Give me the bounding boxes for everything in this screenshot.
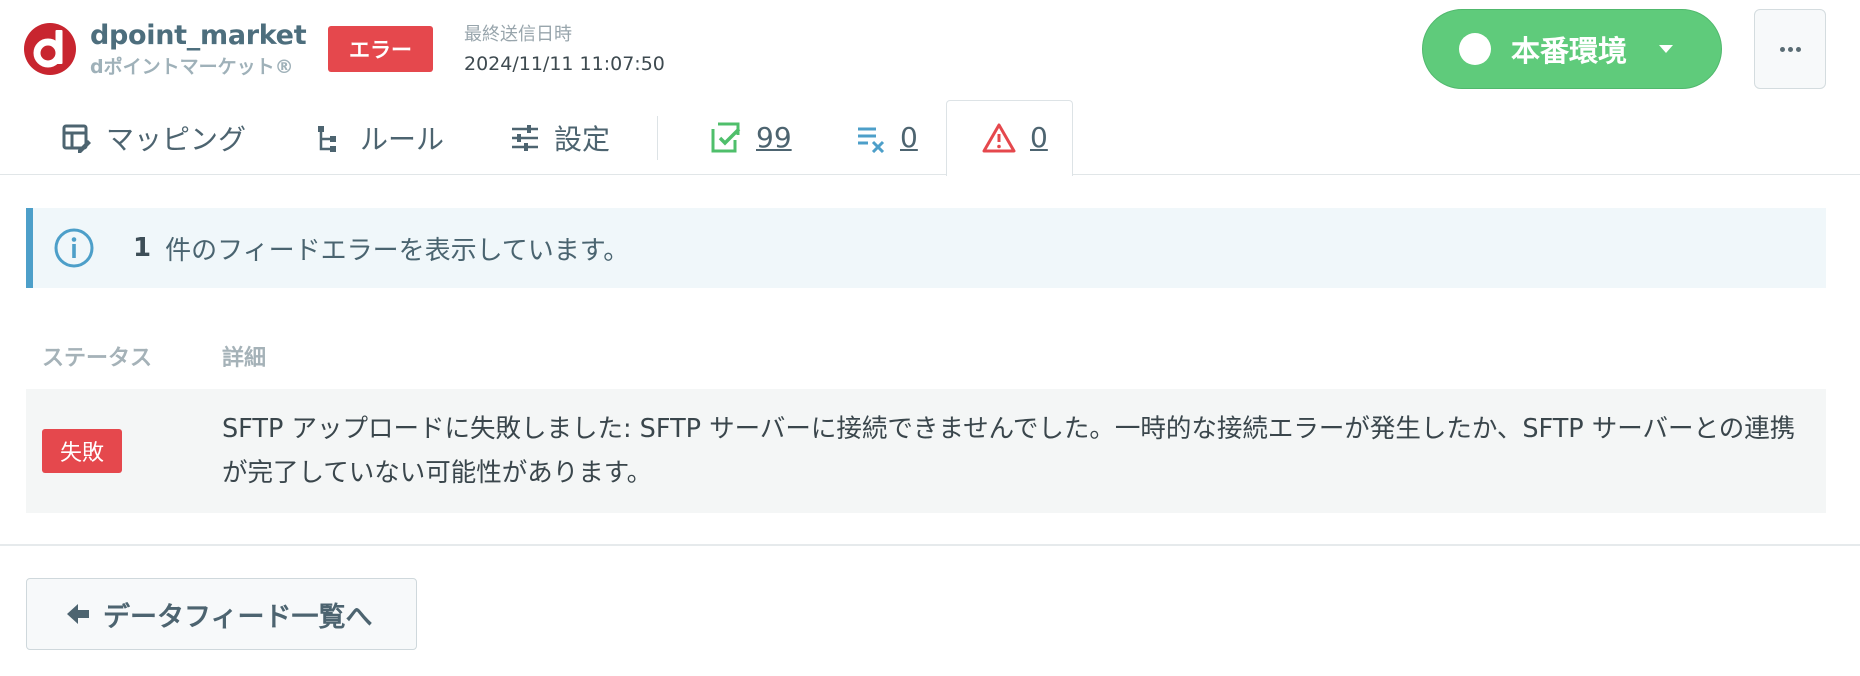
tree-list-icon (318, 125, 336, 152)
last-sent-label: 最終送信日時 (464, 24, 572, 45)
error-detail-text: SFTP アップロードに失敗しました: SFTP サーバーに接続できませんでした… (222, 414, 1796, 488)
tab-settings-label: 設定 (554, 122, 611, 156)
alert-count: 1 (133, 233, 152, 263)
tab-errors[interactable]: 0 (982, 100, 1048, 175)
error-status-badge: エラー (328, 26, 433, 72)
excluded-count: 0 (900, 121, 918, 154)
info-alert: 1 件のフィードエラーを表示しています。 (26, 208, 1826, 288)
tabs-divider-line (0, 174, 1860, 175)
chevron-down-icon (1659, 45, 1674, 53)
brand-subtitle: dポイントマーケット® (90, 56, 294, 78)
last-sent-value: 2024/11/11 11:07:50 (464, 53, 665, 75)
section-divider (0, 544, 1860, 546)
more-options-button[interactable] (1754, 9, 1826, 89)
tab-group-divider (657, 116, 658, 160)
tab-success-items[interactable]: 99 (710, 100, 792, 175)
sliders-icon (512, 124, 538, 151)
info-circle-icon (54, 228, 94, 268)
status-badge: 失敗 (42, 429, 122, 473)
back-to-feed-list-button[interactable]: データフィード一覧へ (26, 578, 417, 650)
alert-message: 件のフィードエラーを表示しています。 (165, 235, 630, 266)
error-count: 0 (1030, 121, 1048, 154)
table-edit-icon (62, 124, 91, 153)
tab-rules[interactable]: ルール (316, 100, 444, 175)
tab-mapping-label: マッピング (106, 122, 247, 156)
page: dpoint_market dポイントマーケット® エラー 最終送信日時 202… (0, 0, 1860, 676)
column-header-detail: 詳細 (222, 346, 267, 371)
environment-label: 本番環境 (1511, 34, 1628, 68)
brand-logo-icon (24, 23, 76, 75)
table-row: 失敗 SFTP アップロードに失敗しました: SFTP サーバーに接続できません… (26, 389, 1826, 513)
arrow-left-icon (67, 604, 89, 624)
tab-settings[interactable]: 設定 (510, 100, 610, 175)
brand-name: dpoint_market (90, 20, 307, 51)
tab-mapping[interactable]: マッピング (62, 100, 246, 175)
more-dot-icon (1779, 46, 1785, 52)
more-dot-icon (1795, 46, 1801, 52)
warning-triangle-icon (982, 123, 1016, 152)
back-button-label: データフィード一覧へ (103, 601, 373, 633)
tab-rules-label: ルール (360, 122, 445, 156)
success-count: 99 (756, 121, 792, 154)
tab-excluded-items[interactable]: 0 (856, 100, 918, 175)
environment-dropdown-button[interactable]: 本番環境 (1422, 9, 1722, 89)
environment-indicator-icon (1459, 33, 1491, 65)
column-header-status: ステータス (42, 346, 153, 371)
more-dot-icon (1787, 46, 1793, 52)
checklist-icon (711, 122, 741, 152)
list-remove-icon (858, 127, 885, 153)
